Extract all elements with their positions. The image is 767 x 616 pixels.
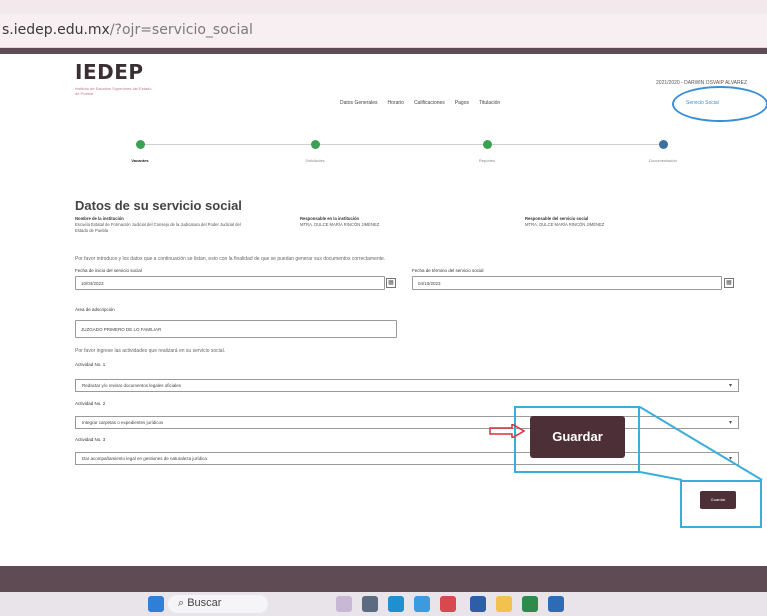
calendar-icon[interactable]: ▦	[724, 278, 734, 288]
info-responsable-institucion: Responsable en la institución MTRA. DULCE…	[300, 216, 470, 228]
nav-datos-generales[interactable]: Datos Generales	[340, 100, 378, 106]
header-stripe	[0, 48, 767, 54]
start-date-label: Fecha de inicio del servicio social	[75, 268, 142, 273]
step-dot	[658, 140, 668, 149]
step-label: Vacantes	[131, 158, 149, 163]
nav-servicio-social[interactable]: Servicio Social	[686, 100, 719, 106]
activity-3-label: Actividad No. 3	[75, 437, 106, 442]
url-path: /?ojr=servicio_social	[109, 22, 253, 38]
progress-steps: Vacantes Solicitudes Reportes Documentac…	[75, 134, 715, 174]
step-documentacion[interactable]: Documentación	[623, 140, 703, 163]
os-taskbar: ⌕ Buscar	[0, 592, 767, 616]
main-nav: Datos Generales Horario Calificaciones P…	[340, 100, 500, 106]
info-institucion: Nombre de la institución Escuela Estatal …	[75, 216, 245, 234]
page-title: Datos de su servicio social	[75, 198, 242, 213]
page-content: IEDEP Instituto de Estudios Superiores d…	[0, 48, 767, 568]
task-view-icon[interactable]	[362, 596, 378, 612]
info-label: Responsable del servicio social	[525, 216, 589, 221]
logo[interactable]: IEDEP Instituto de Estudios Superiores d…	[75, 60, 155, 96]
activity-3-value: Dar acompañamiento legal en gestiones de…	[82, 456, 207, 461]
step-dot	[135, 140, 145, 149]
nav-titulacion[interactable]: Titulación	[479, 100, 500, 106]
nav-calificaciones[interactable]: Calificaciones	[414, 100, 445, 106]
calendar-icon[interactable]: ▦	[386, 278, 396, 288]
step-label: Documentación	[649, 158, 677, 163]
step-dot	[482, 140, 492, 149]
search-icon: ⌕	[178, 597, 188, 609]
activity-1-value: Redactar y/o revisar documentos legales …	[82, 383, 182, 388]
folder-icon[interactable]	[496, 596, 512, 612]
info-value: Escuela Estatal de Formación Judicial de…	[75, 222, 241, 233]
url-text[interactable]: s.iedep.edu.mx/?ojr=servicio_social	[2, 22, 253, 38]
info-label: Nombre de la institución	[75, 216, 124, 221]
zoom-connector-lines	[639, 406, 763, 481]
steps-line	[140, 144, 665, 145]
instructions-text: Por favor introduce y los datos que a co…	[75, 256, 386, 262]
arrow-right-icon	[489, 424, 526, 438]
end-date-label: Fecha de término del servicio social	[412, 268, 484, 273]
activities-instructions: Por favor ingrese las actividades que re…	[75, 348, 226, 354]
info-value: MTRA. DULCE MARÍA RINCÓN JIMÉNEZ	[525, 222, 605, 227]
nav-horario[interactable]: Horario	[388, 100, 404, 106]
start-date-field[interactable]: 10/04/2023	[75, 276, 385, 290]
search-label: Buscar	[187, 597, 222, 609]
info-label: Responsable en la institución	[300, 216, 360, 221]
taskbar-search[interactable]: ⌕ Buscar	[168, 595, 268, 613]
browser-tab-strip	[0, 0, 767, 14]
area-field[interactable]: JUZGADO PRIMERO DE LO FAMILIAR	[75, 320, 397, 338]
step-label: Reportes	[478, 158, 496, 163]
step-dot	[310, 140, 320, 149]
save-button[interactable]: Guardar	[700, 491, 736, 509]
widgets-icon[interactable]	[336, 596, 352, 612]
area-label: Área de adscripción	[75, 307, 115, 312]
activity-2-value: Integrar carpetas o expedientes jurídico…	[82, 420, 164, 425]
excel-icon[interactable]	[522, 596, 538, 612]
nav-pagos[interactable]: Pagos	[455, 100, 469, 106]
step-label: Solicitudes	[305, 158, 325, 163]
activity-1-label: Actividad No. 1	[75, 362, 106, 367]
logo-subtitle: Instituto de Estudios Superiores del Est…	[75, 86, 152, 96]
address-bar[interactable]: s.iedep.edu.mx/?ojr=servicio_social	[0, 14, 767, 48]
windows-start-icon[interactable]	[148, 596, 164, 612]
user-menu[interactable]: 2021/2020 - DARWIN OSVAIP ALVAREZ	[656, 80, 747, 86]
app-icon[interactable]	[414, 596, 430, 612]
info-responsable-servicio: Responsable del servicio social MTRA. DUL…	[525, 216, 695, 228]
page-footer	[0, 566, 767, 592]
activity-2-label: Actividad No. 2	[75, 401, 106, 406]
save-button-zoomed[interactable]: Guardar	[530, 416, 625, 458]
word-icon[interactable]	[548, 596, 564, 612]
chevron-down-icon: ▾	[728, 383, 732, 389]
chrome-icon[interactable]	[470, 596, 486, 612]
url-host: s.iedep.edu.mx	[2, 22, 110, 38]
step-vacantes[interactable]: Vacantes	[100, 140, 180, 163]
edge-icon[interactable]	[388, 596, 404, 612]
end-date-field[interactable]: 04/10/2023	[412, 276, 722, 290]
activity-1-select[interactable]: Redactar y/o revisar documentos legales …	[75, 379, 739, 392]
step-reportes[interactable]: Reportes	[447, 140, 527, 163]
step-solicitudes[interactable]: Solicitudes	[275, 140, 355, 163]
store-icon[interactable]	[440, 596, 456, 612]
logo-title: IEDEP	[75, 60, 144, 84]
info-value: MTRA. DULCE MARÍA RINCÓN JIMÉNEZ	[300, 222, 380, 227]
